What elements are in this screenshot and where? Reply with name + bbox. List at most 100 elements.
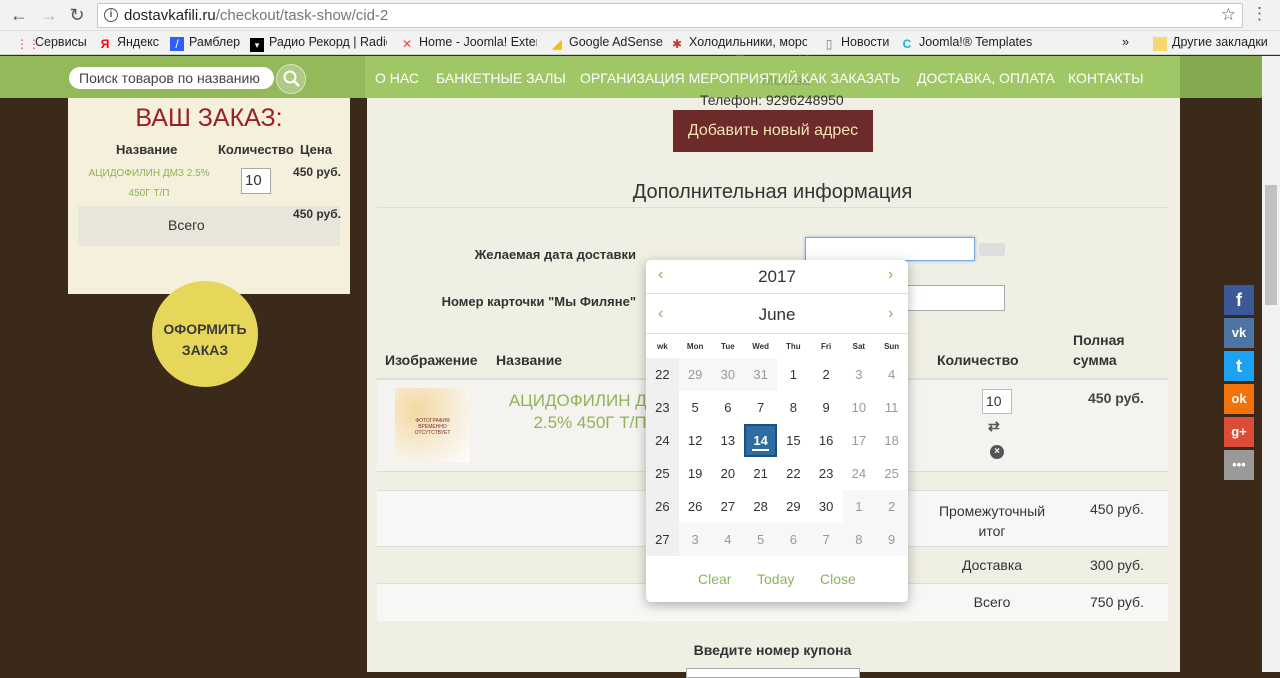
clear-button[interactable]: Clear [698,571,731,587]
bookmark-label: Радио Рекорд | Radio [269,35,387,49]
back-icon[interactable]: ← [8,4,30,26]
calendar-year[interactable]: 2017 [646,267,908,287]
remove-icon[interactable]: × [990,445,1004,459]
today-button[interactable]: Today [757,571,794,587]
coupon-input[interactable] [686,668,860,678]
day-cell[interactable]: 1 [777,358,810,391]
day-cell[interactable]: 8 [777,391,810,424]
bookmark-star-icon[interactable]: ☆ [1221,5,1236,25]
day-cell[interactable]: 24 [843,457,876,490]
day-cell[interactable]: 11 [875,391,908,424]
bookmark-fridges[interactable]: ✱ Холодильники, моро [670,35,807,51]
week-number: 23 [646,391,679,424]
bookmark-other[interactable]: Другие закладки [1153,35,1268,51]
day-cell[interactable]: 4 [711,523,745,556]
bookmark-radio-record[interactable]: ▾ Радио Рекорд | Radio [250,35,387,52]
bookmark-adsense[interactable]: ◢ Google AdSense [550,35,662,51]
bookmark-yandex[interactable]: Я Яндекс [98,35,159,51]
day-cell[interactable]: 30 [810,490,843,523]
scrollbar[interactable] [1262,56,1280,672]
order-item-name[interactable]: АЦИДОФИЛИН ДМЗ 2.5% 450Г Т/П [84,164,214,204]
day-cell[interactable]: 20 [712,457,745,490]
browser-menu-icon[interactable]: ⋮ [1251,4,1268,24]
day-cell[interactable]: 13 [712,424,745,457]
order-title: ВАШ ЗАКАЗ: [135,104,283,132]
bookmark-label: Рамблер [189,35,241,49]
search-input[interactable]: Поиск товаров по названию [69,67,274,89]
info-icon[interactable]: i [104,8,118,22]
day-cell[interactable]: 1 [842,490,876,523]
bookmarks-overflow[interactable]: » [1122,35,1129,49]
date-picker-button[interactable] [979,243,1005,256]
day-cell[interactable]: 19 [679,457,712,490]
search-button[interactable] [276,64,306,94]
day-cell[interactable]: 26 [679,490,712,523]
cart-qty-input[interactable]: 10 [982,389,1012,414]
bookmark-joomla[interactable]: ✕ Home - Joomla! Exten [400,35,537,51]
day-cell[interactable]: 12 [679,424,712,457]
nav-contacts[interactable]: КОНТАКТЫ [1068,70,1144,86]
reload-icon[interactable]: ↻ [66,4,88,26]
day-cell[interactable]: 5 [744,523,777,556]
day-cell[interactable]: 29 [777,490,810,523]
bookmarks-bar: ⋮⋮Сервисы Я Яндекс / Рамблер ▾ Радио Рекорд… [0,31,1280,55]
day-cell[interactable]: 2 [810,358,843,391]
day-cell[interactable]: 7 [809,523,843,556]
day-cell[interactable]: 18 [875,424,908,457]
day-cell[interactable]: 3 [678,523,712,556]
next-month-button[interactable]: › [888,305,893,323]
day-cell[interactable]: 17 [843,424,876,457]
bookmark-rambler[interactable]: / Рамблер [170,35,240,51]
address-bar[interactable]: i dostavkafili.ru/checkout/task-show/cid-… [97,3,1243,28]
day-cell[interactable]: 21 [744,457,777,490]
day-cell[interactable]: 28 [744,490,777,523]
order-qty-input[interactable]: 10 [241,168,271,194]
add-address-button[interactable]: Добавить новый адрес [673,110,873,152]
day-cell[interactable]: 2 [875,490,908,523]
day-cell[interactable]: 7 [744,391,777,424]
bookmark-news[interactable]: ▯ Новости [822,35,890,51]
bookmark-joomla-templates[interactable]: C Joomla!® Templates [900,35,1033,51]
day-cell[interactable]: 5 [679,391,712,424]
bookmark-services[interactable]: ⋮⋮Сервисы [16,35,87,51]
nav-banquet-halls[interactable]: БАНКЕТНЫЕ ЗАЛЫ [436,70,566,86]
bookmark-label: Новости [841,35,890,49]
refresh-icon[interactable]: ⇄ [988,418,1000,435]
next-year-button[interactable]: › [888,266,893,284]
google-plus-icon[interactable]: g+ [1224,417,1254,447]
vk-icon[interactable]: vk [1224,318,1254,348]
day-cell[interactable]: 6 [777,523,810,556]
day-cell[interactable]: 3 [843,358,876,391]
close-button[interactable]: Close [820,571,856,587]
day-cell[interactable]: 30 [711,358,745,391]
day-cell[interactable]: 23 [810,457,843,490]
day-cell[interactable]: 9 [875,523,908,556]
day-cell[interactable]: 6 [712,391,745,424]
odnoklassniki-icon[interactable]: ok [1224,384,1254,414]
nav-events[interactable]: ОРГАНИЗАЦИЯ МЕРОПРИЯТИЙ [580,70,798,86]
day-cell[interactable]: 15 [777,424,810,457]
twitter-icon[interactable]: t [1224,351,1254,381]
day-cell[interactable]: 31 [744,358,777,391]
day-cell[interactable]: 22 [777,457,810,490]
nav-how-to-order[interactable]: КАК ЗАКАЗАТЬ [801,70,900,86]
product-image[interactable]: ФОТОГРАФИЯ ВРЕМЕННО ОТСУТСТВУЕТ [395,388,470,462]
day-cell[interactable]: 8 [842,523,876,556]
day-cell[interactable]: 9 [810,391,843,424]
day-cell[interactable]: 29 [678,358,712,391]
facebook-icon[interactable]: f [1224,285,1254,315]
delivery-date-input[interactable] [805,237,975,261]
more-icon[interactable]: ••• [1224,450,1254,480]
checkout-button[interactable]: ОФОРМИТЬ ЗАКАЗ [152,281,258,387]
day-cell-selected[interactable]: 14 [744,424,777,457]
forward-icon[interactable]: → [38,4,60,26]
scrollbar-thumb[interactable] [1265,185,1277,305]
day-cell[interactable]: 16 [810,424,843,457]
nav-delivery-payment[interactable]: ДОСТАВКА, ОПЛАТА [917,70,1055,86]
day-cell[interactable]: 25 [875,457,908,490]
calendar-month[interactable]: June [646,305,908,325]
day-cell[interactable]: 4 [875,358,908,391]
day-cell[interactable]: 10 [843,391,876,424]
nav-about[interactable]: О НАС [375,70,419,86]
day-cell[interactable]: 27 [712,490,745,523]
